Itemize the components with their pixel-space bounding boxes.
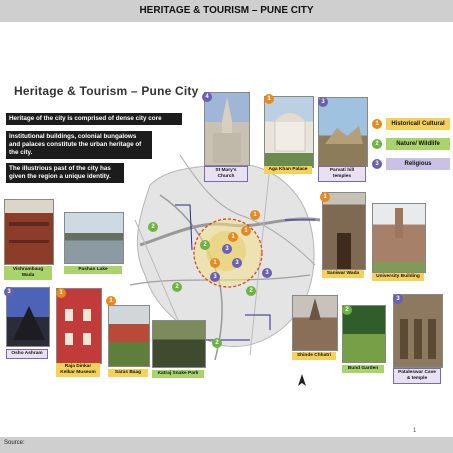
photo-osho <box>6 287 50 347</box>
text-box-identity: The illustrious past of the city has giv… <box>6 163 124 183</box>
caption-pataleswar: Pataleswar Cave & temple <box>393 368 441 384</box>
photo-kelkar <box>56 288 102 364</box>
legend-badge: 3 <box>372 159 382 169</box>
photo-parvati <box>318 97 368 167</box>
caption-shinde: Shinde Chhatri <box>292 352 336 360</box>
caption-pashan: Pashan Lake <box>64 266 122 274</box>
map-marker: 3 <box>262 268 272 278</box>
badge-st-marys: 4 <box>202 92 212 102</box>
north-arrow-icon <box>298 374 306 386</box>
legend-historical: 1 Historical/ Cultural <box>372 118 450 130</box>
header-bar: HERITAGE & TOURISM – PUNE CITY <box>0 0 453 22</box>
page-number: 1 <box>413 428 417 434</box>
photo-aga-khan <box>264 96 314 168</box>
map-marker: 1 <box>228 232 238 242</box>
caption-st-marys: St Mary's Church <box>204 166 248 182</box>
photo-pashan <box>64 212 124 264</box>
map-marker: 1 <box>241 226 251 236</box>
legend-label: Religious <box>386 158 450 170</box>
map-marker: 3 <box>232 258 242 268</box>
caption-parvati: Parvati hill temples <box>318 166 366 182</box>
photo-shinde <box>292 295 338 351</box>
photo-pataleswar <box>393 294 443 368</box>
photo-vishrambaug <box>4 199 54 265</box>
map-marker: 1 <box>250 210 260 220</box>
badge-shaniwar: 1 <box>320 192 330 202</box>
source-label: Source: <box>4 440 25 446</box>
map-marker: 3 <box>222 244 232 254</box>
photo-university <box>372 203 426 273</box>
footer-bar <box>0 437 453 453</box>
map-marker: 2 <box>148 222 158 232</box>
legend-label: Historical/ Cultural <box>386 118 450 130</box>
badge-osho: 3 <box>4 287 14 297</box>
caption-osho: Osho Ashram <box>6 349 48 359</box>
legend-religious: 3 Religious <box>372 158 450 170</box>
map-marker: 3 <box>210 272 220 282</box>
badge-pataleswar: 3 <box>393 294 403 304</box>
map-marker: 2 <box>212 338 222 348</box>
legend-label: Nature/ Wildlife <box>386 138 450 150</box>
slide-title: Heritage & Tourism – Pune City <box>14 84 199 98</box>
badge-aga-khan: 1 <box>264 94 274 104</box>
photo-saras <box>108 305 150 367</box>
badge-bund: 2 <box>342 305 352 315</box>
legend-nature: 2 Nature/ Wildlife <box>372 138 450 150</box>
badge-parvati: 3 <box>318 97 328 107</box>
header-title: HERITAGE & TOURISM – PUNE CITY <box>139 5 314 16</box>
map-marker: 2 <box>200 240 210 250</box>
caption-katraj: Katraj Snake Park <box>152 370 204 378</box>
map-marker: 2 <box>172 282 182 292</box>
caption-aga-khan: Aga Khan Palace <box>264 166 312 174</box>
text-box-core: Heritage of the city is comprised of den… <box>6 113 182 125</box>
caption-university: University Building <box>372 273 424 281</box>
caption-saras: Saras Baag <box>108 369 148 377</box>
caption-shaniwar: Saniwar Wada <box>322 270 364 278</box>
caption-bund: Bund Garden <box>342 365 384 373</box>
legend-badge: 2 <box>372 139 382 149</box>
legend-badge: 1 <box>372 119 382 129</box>
map-marker: 2 <box>246 286 256 296</box>
badge-kelkar: 1 <box>56 288 66 298</box>
badge-saras: 1 <box>106 296 116 306</box>
caption-vishrambaug: Vishrambaug Wada <box>4 266 52 280</box>
caption-kelkar: Raja Dinkar Kelkar Museum <box>56 363 100 377</box>
map-marker: 1 <box>210 258 220 268</box>
photo-st-marys <box>204 92 250 166</box>
photo-katraj <box>152 320 206 368</box>
photo-shaniwar <box>322 192 366 270</box>
